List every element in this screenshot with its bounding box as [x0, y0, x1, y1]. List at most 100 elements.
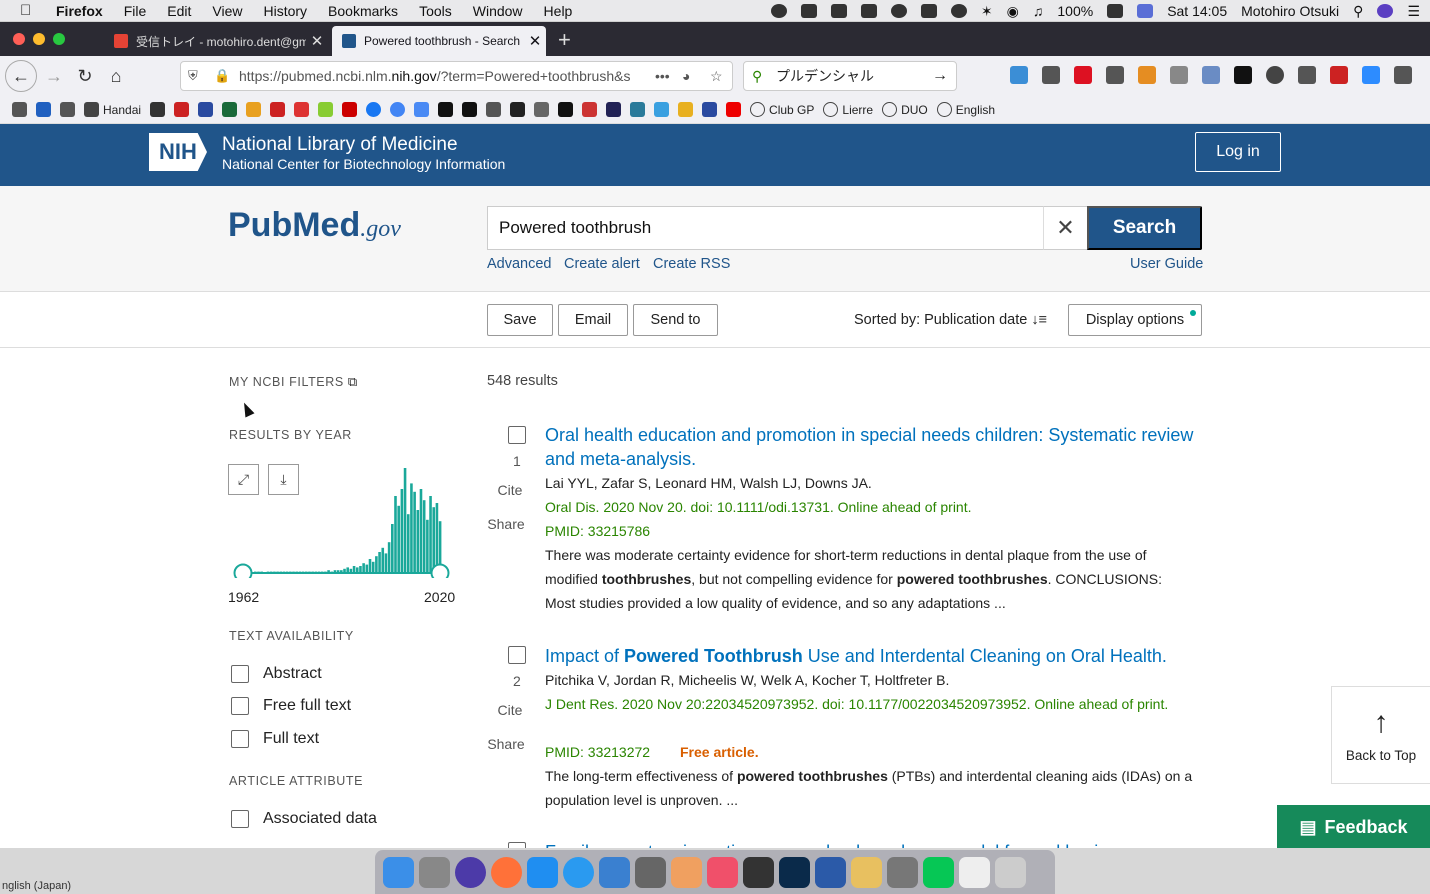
histogram-bar[interactable] [397, 505, 400, 573]
safari-icon[interactable] [563, 856, 594, 888]
filter-full-text[interactable]: Full text [231, 730, 319, 748]
bookmark-icon[interactable] [174, 102, 190, 117]
my-ncbi-filters-heading[interactable]: MY NCBI FILTERS ⧉ [229, 374, 358, 390]
adblock-icon[interactable] [1074, 66, 1092, 84]
forward-button[interactable]: → [42, 64, 66, 88]
histogram-bar[interactable] [371, 561, 375, 573]
siri-icon[interactable] [455, 856, 486, 888]
bookmark-icon[interactable] [438, 102, 454, 117]
time-machine-icon[interactable] [950, 4, 967, 18]
system-preferences-icon[interactable] [635, 856, 666, 888]
result-title-link[interactable]: Family monetary incentives as a value-ba… [545, 840, 1135, 848]
banner-subtitle[interactable]: National Center for Biotechnology Inform… [222, 156, 505, 172]
histogram-bar[interactable] [422, 500, 426, 573]
back-button[interactable]: ← [5, 60, 37, 92]
launchpad-icon[interactable] [419, 856, 450, 888]
bookmark-duo[interactable]: DUO [882, 102, 928, 117]
share-button[interactable]: Share [481, 736, 531, 752]
bank-icon[interactable] [830, 4, 847, 18]
histogram-bar[interactable] [432, 507, 436, 573]
user-guide-link[interactable]: User Guide [1130, 256, 1203, 272]
result-title-link[interactable]: Oral health education and promotion in s… [545, 423, 1195, 471]
extension-icon[interactable] [1202, 66, 1220, 84]
bookmark-icon[interactable] [678, 102, 694, 117]
extension-icon[interactable] [1138, 66, 1156, 84]
app-icon[interactable] [887, 856, 918, 888]
tab-gmail[interactable]: 受信トレイ - motohiro.dent@gm ✕ [104, 26, 328, 56]
word-icon[interactable] [815, 856, 846, 888]
create-alert-link[interactable]: Create alert [564, 256, 640, 272]
url-text[interactable]: https://pubmed.ncbi.nlm.nih.gov/?term=Po… [239, 68, 649, 84]
cite-button[interactable]: Cite [485, 702, 535, 718]
bookmark-lierre[interactable]: Lierre [823, 102, 873, 117]
tab-close-icon[interactable]: ✕ [524, 32, 546, 50]
menu-history[interactable]: History [263, 3, 307, 19]
histogram-bar[interactable] [403, 468, 407, 573]
bookmark-icon[interactable] [222, 102, 238, 117]
shield-icon[interactable]: ⛨ [188, 68, 198, 84]
bookmark-star-icon[interactable]: ☆ [710, 68, 723, 85]
search-input[interactable]: Powered toothbrush [487, 206, 1087, 250]
menu-view[interactable]: View [212, 3, 242, 19]
nih-logo[interactable]: NIH [149, 133, 207, 171]
search-engine-icon[interactable]: ⚲ [752, 68, 762, 85]
external-link-icon[interactable]: ⧉ [348, 374, 358, 389]
login-button[interactable]: Log in [1195, 132, 1281, 172]
bookmark-icon[interactable] [246, 102, 262, 117]
page-actions-icon[interactable]: ••• [655, 68, 670, 84]
menu-tools[interactable]: Tools [419, 3, 452, 19]
histogram-bar[interactable] [362, 563, 365, 573]
advanced-link[interactable]: Advanced [487, 256, 552, 272]
reload-button[interactable]: ↻ [73, 64, 97, 88]
range-end-handle[interactable] [430, 563, 450, 579]
home-button[interactable]: ⌂ [104, 64, 128, 88]
bookmark-icon[interactable] [510, 102, 526, 117]
battery-icon[interactable] [1107, 4, 1124, 18]
menu-icon[interactable] [1394, 66, 1412, 84]
histogram-bar[interactable] [410, 483, 413, 573]
zoom-extension-icon[interactable] [1362, 66, 1380, 84]
bookmark-icon[interactable] [486, 102, 502, 117]
account-icon[interactable] [1266, 66, 1284, 84]
notification-center-icon[interactable]: ☰ [1407, 3, 1420, 20]
bookmark-icon[interactable] [294, 102, 310, 117]
checkbox[interactable] [231, 697, 249, 715]
new-tab-icon[interactable]: + [558, 27, 571, 53]
search-button[interactable]: Search [1087, 206, 1202, 250]
bookmark-icon[interactable] [702, 102, 718, 117]
lock-icon[interactable]: 🔒 [214, 68, 230, 84]
extension-icon[interactable] [1330, 66, 1348, 84]
url-bar[interactable]: ⛨ 🔒 https://pubmed.ncbi.nlm.nih.gov/?ter… [180, 61, 733, 91]
pubmed-logo[interactable]: PubMed.gov [228, 206, 401, 245]
result-checkbox[interactable] [508, 646, 526, 664]
tab-close-icon[interactable]: ✕ [306, 32, 328, 50]
menu-edit[interactable]: Edit [167, 3, 191, 19]
bookmark-icon[interactable] [342, 102, 358, 117]
bookmark-club-gp[interactable]: Club GP [750, 102, 814, 117]
extension-icon[interactable] [1170, 66, 1188, 84]
back-to-top-button[interactable]: ↑ Back to Top [1331, 686, 1430, 784]
bluetooth-icon[interactable]: ✶ [981, 3, 993, 20]
bookmark-icon[interactable] [630, 102, 646, 117]
histogram-bar[interactable] [435, 503, 439, 573]
bookmark-icon[interactable] [462, 102, 478, 117]
banner-title[interactable]: National Library of Medicine [222, 134, 458, 156]
zoom-window-button[interactable] [53, 33, 65, 45]
histogram-bar[interactable] [365, 564, 369, 573]
feedback-button[interactable]: ▤ Feedback [1277, 805, 1430, 850]
battery-percent[interactable]: 100% [1057, 3, 1093, 19]
bookmark-icon[interactable] [318, 102, 334, 117]
email-button[interactable]: Email [558, 304, 628, 336]
clock[interactable]: Sat 14:05 [1167, 3, 1227, 19]
histogram-bar[interactable] [419, 489, 423, 573]
bookmark-icon[interactable] [534, 102, 550, 117]
volume-icon[interactable]: ♫ [1033, 3, 1044, 19]
tab-pubmed[interactable]: Powered toothbrush - Search R ✕ [332, 26, 546, 56]
histogram-bar[interactable] [359, 566, 362, 573]
bookmark-icon[interactable] [270, 102, 286, 117]
histogram-bar[interactable] [368, 559, 372, 573]
bookmark-icon[interactable] [198, 102, 214, 117]
firefox-icon[interactable] [491, 856, 522, 888]
dropbox-icon[interactable] [800, 4, 817, 18]
apple-menu-icon[interactable]:  [20, 2, 38, 19]
